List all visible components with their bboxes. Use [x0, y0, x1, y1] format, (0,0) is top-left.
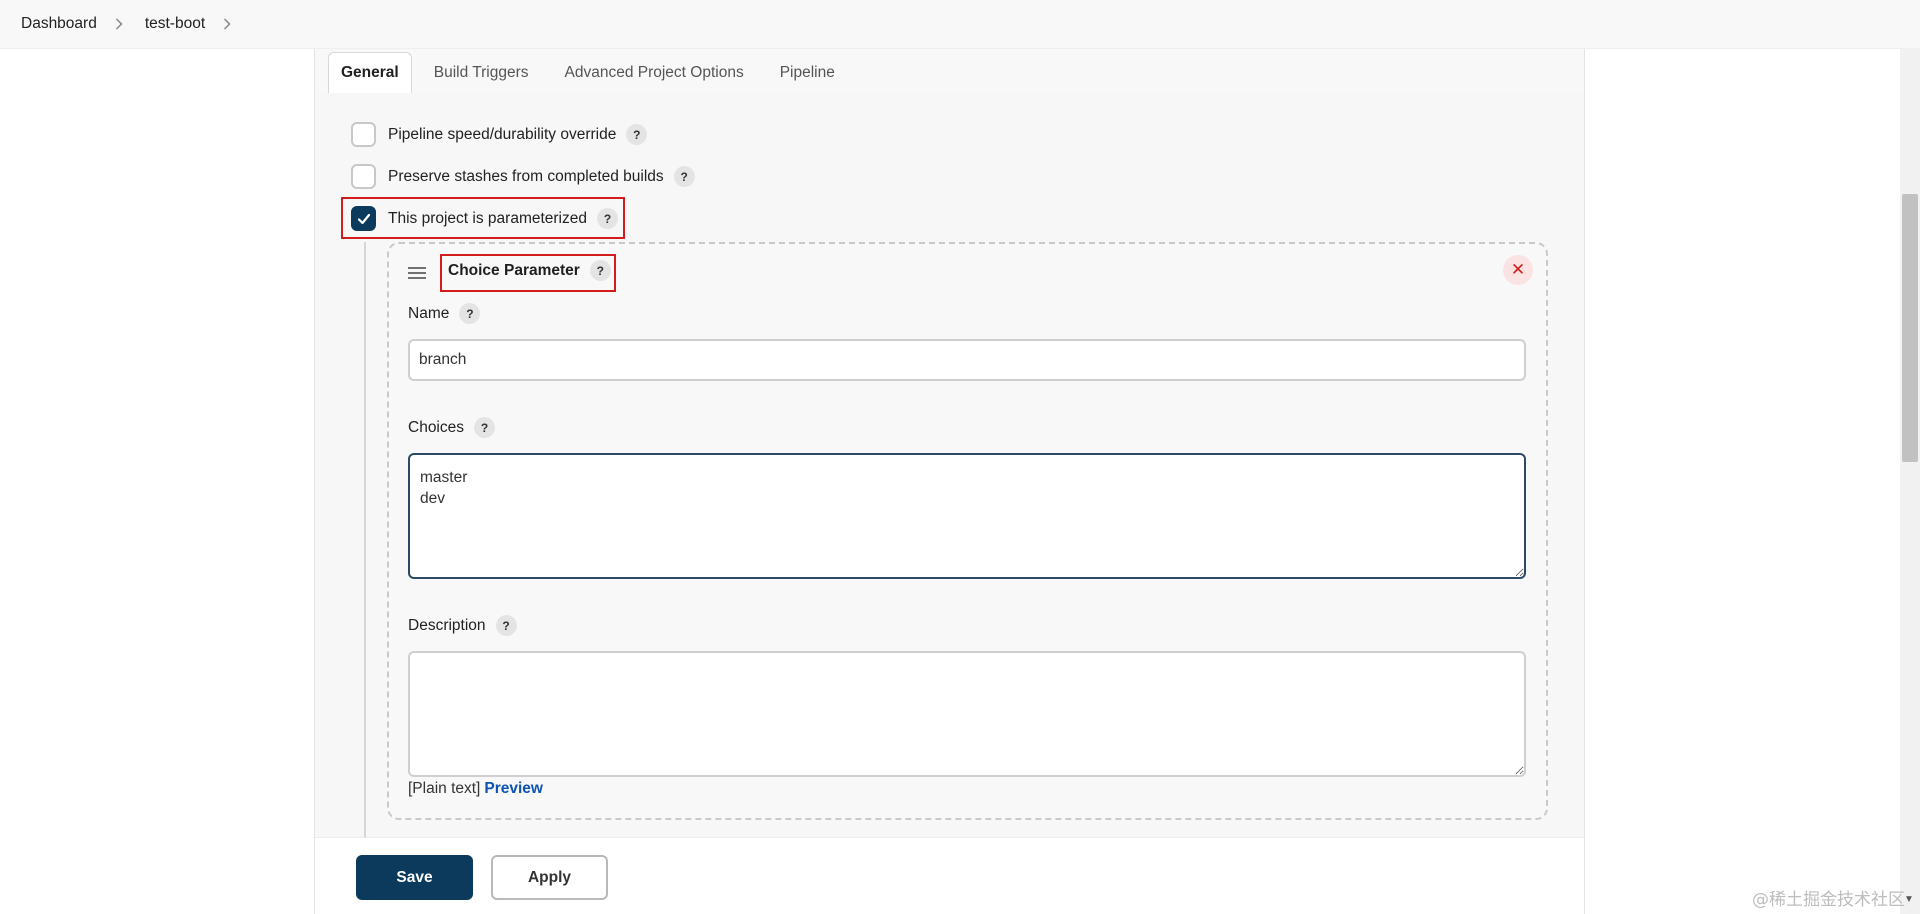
scrollbar-thumb[interactable] — [1902, 194, 1918, 462]
help-icon[interactable]: ? — [673, 166, 695, 187]
highlight-box-parameterized — [341, 197, 625, 239]
help-icon[interactable]: ? — [474, 417, 495, 438]
tab-pipeline[interactable]: Pipeline — [768, 52, 847, 93]
chevron-right-icon — [115, 18, 123, 30]
parameter-indent-line — [364, 242, 366, 865]
preview-link[interactable]: Preview — [484, 780, 543, 797]
close-icon: ✕ — [1510, 260, 1526, 279]
pipeline-speed-checkbox[interactable] — [351, 122, 376, 147]
name-field-label: Name ? — [408, 303, 481, 324]
apply-button[interactable]: Apply — [491, 855, 608, 900]
choices-textarea[interactable]: master dev — [408, 453, 1526, 579]
scroll-down-arrow-icon[interactable]: ▼ — [1904, 894, 1914, 905]
option-preserve-stashes: Preserve stashes from completed builds ? — [351, 164, 695, 189]
option-pipeline-speed: Pipeline speed/durability override ? — [351, 122, 648, 147]
breadcrumb: Dashboard test-boot — [0, 0, 1920, 49]
breadcrumb-test-boot[interactable]: test-boot — [145, 15, 205, 33]
help-icon[interactable]: ? — [459, 303, 481, 324]
name-label: Name — [408, 304, 450, 322]
tab-general[interactable]: General — [328, 52, 412, 93]
watermark: @稀土掘金技术社区 — [1752, 890, 1905, 910]
save-button[interactable]: Save — [356, 855, 473, 900]
description-field-label: Description ? — [408, 615, 517, 636]
description-label: Description — [408, 616, 486, 634]
plain-text-label: [Plain text] — [408, 780, 481, 797]
help-icon[interactable]: ? — [626, 124, 648, 145]
tab-advanced-project-options[interactable]: Advanced Project Options — [553, 52, 756, 93]
preserve-stashes-checkbox[interactable] — [351, 164, 376, 189]
config-tabs: General Build Triggers Advanced Project … — [328, 52, 859, 93]
name-input[interactable] — [408, 339, 1526, 381]
description-textarea[interactable] — [408, 651, 1526, 777]
choices-field-label: Choices ? — [408, 417, 495, 438]
drag-handle-icon[interactable] — [408, 266, 426, 284]
help-icon[interactable]: ? — [495, 615, 517, 636]
description-format: [Plain text] Preview — [408, 780, 543, 798]
choices-label: Choices — [408, 418, 464, 436]
highlight-box-choice-parameter — [440, 254, 616, 292]
preserve-stashes-label: Preserve stashes from completed builds — [388, 167, 664, 185]
chevron-right-icon[interactable] — [223, 18, 231, 30]
delete-parameter-button[interactable]: ✕ — [1503, 255, 1533, 285]
scrollbar-track[interactable] — [1900, 49, 1920, 914]
tab-build-triggers[interactable]: Build Triggers — [422, 52, 541, 93]
pipeline-speed-label: Pipeline speed/durability override — [388, 125, 617, 143]
breadcrumb-dashboard[interactable]: Dashboard — [21, 15, 97, 33]
